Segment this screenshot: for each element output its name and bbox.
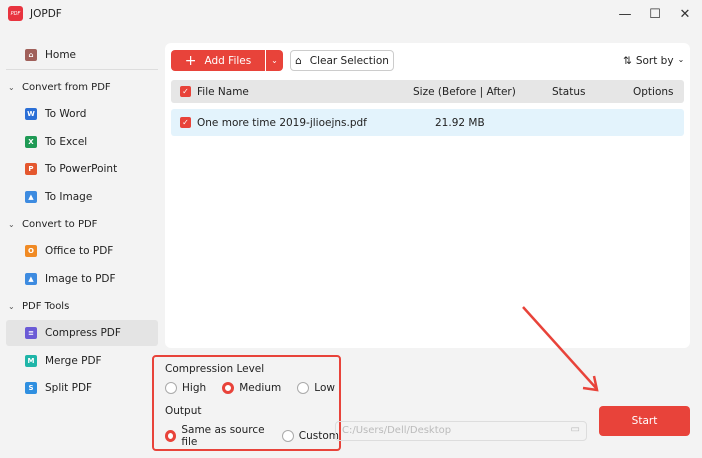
annotation-arrow [522, 306, 599, 392]
